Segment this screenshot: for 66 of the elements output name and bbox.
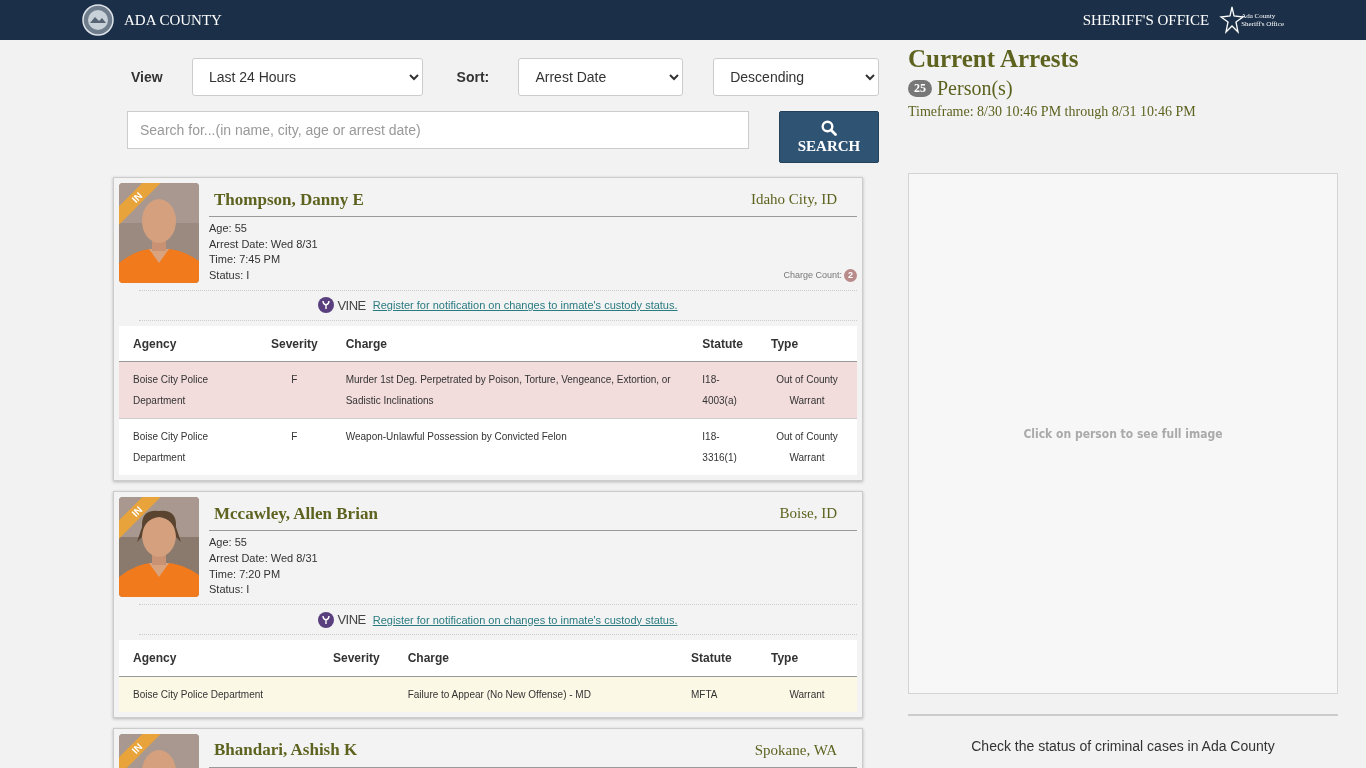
- timeframe-text: Timeframe: 8/30 10:46 PM through 8/31 10:46 PM: [908, 104, 1197, 120]
- table-cell: Boise City Police Department: [119, 418, 257, 476]
- inmate-detail: Time: 7:20 PM: [209, 566, 282, 582]
- inmate-detail: Status: I: [209, 582, 251, 598]
- vine-logo-icon: [318, 611, 335, 628]
- county-name: ADA COUNTY: [124, 11, 222, 29]
- charge-count-label: Charge Count:: [783, 270, 842, 281]
- table-cell: Out of County Warrant: [757, 418, 857, 476]
- table-cell: Failure to Appear (No New Offense) - MD: [393, 676, 677, 712]
- inmate-detail: Age: 55: [209, 535, 248, 551]
- vine-logo-text: VINE: [337, 612, 366, 628]
- vine-register-link[interactable]: Register for notification on changes to inmate's custody status.: [372, 613, 678, 626]
- table-cell: I18-3316(1): [688, 418, 757, 476]
- search-icon: [821, 119, 837, 136]
- table-cell: Out of County Warrant: [757, 361, 857, 419]
- inmate-card[interactable]: [113, 491, 863, 718]
- inmate-card[interactable]: IN Bhandari, Ashish K Spokane, WA: [113, 727, 863, 768]
- page-title: Current Arrests: [908, 45, 1080, 73]
- inmate-detail: Status: I: [209, 268, 251, 284]
- table-cell: I18-4003(a): [688, 361, 757, 419]
- table-cell: Weapon-Unlawful Possession by Convicted Felon: [331, 418, 689, 476]
- inmate-location: Idaho City, ID: [750, 191, 837, 208]
- column-header: Type: [757, 325, 857, 362]
- column-header: Charge: [331, 325, 689, 362]
- table-cell: Warrant: [757, 676, 857, 712]
- inmate-name[interactable]: Mccawley, Allen Brian: [214, 503, 378, 524]
- inmate-detail: Age: 55: [209, 221, 248, 236]
- person-count-label: Person(s): [937, 77, 1013, 100]
- column-header: Severity: [319, 640, 394, 677]
- table-cell: Boise City Police Department: [119, 676, 319, 712]
- column-header: Type: [757, 640, 857, 677]
- inmate-detail: Arrest Date: Wed 8/31: [209, 236, 318, 252]
- case-status-text: Check the status of criminal cases in Ada County: [970, 738, 1276, 754]
- column-header: Agency: [119, 640, 319, 677]
- vine-logo-icon: [318, 297, 335, 314]
- inmate-card[interactable]: [113, 177, 863, 482]
- inmate-name[interactable]: Thompson, Danny E: [214, 189, 364, 210]
- table-cell: F: [257, 361, 332, 419]
- view-select[interactable]: Last 24 Hours: [191, 58, 423, 96]
- column-header: Statute: [688, 325, 757, 362]
- search-field[interactable]: Search for...(in name, city, age or arrest date): [127, 111, 749, 149]
- inmate-detail: Arrest Date: Wed 8/31: [209, 551, 318, 566]
- inmate-detail: Time: 7:45 PM: [209, 252, 282, 268]
- county-seal-icon: [82, 4, 114, 36]
- view-label: View: [131, 69, 164, 85]
- inmate-name[interactable]: Bhandari, Ashish K: [214, 740, 358, 761]
- search-button[interactable]: SEARCH: [779, 111, 879, 163]
- order-select[interactable]: Descending: [713, 58, 879, 96]
- table-cell: MFTA: [677, 676, 757, 712]
- inmate-location: Spokane, WA: [754, 741, 837, 759]
- column-header: Charge: [393, 640, 677, 677]
- office-name: SHERIFF'S OFFICE: [1082, 11, 1210, 29]
- inmate-location: Boise, ID: [779, 505, 837, 523]
- column-header: Statute: [677, 640, 757, 677]
- vine-logo-text: VINE: [337, 297, 366, 313]
- sort-select[interactable]: Arrest Date: [518, 58, 684, 96]
- vine-register-link[interactable]: Register for notification on changes to inmate's custody status.: [372, 299, 678, 312]
- image-hint: Click on person to see full image: [1023, 426, 1223, 441]
- column-header: Agency: [119, 325, 257, 362]
- table-cell: Boise City Police Department: [119, 361, 257, 419]
- column-header: Severity: [257, 325, 332, 362]
- sort-label: Sort:: [456, 69, 491, 85]
- table-cell: Murder 1st Deg. Perpetrated by Poison, Torture, Vengeance, Extortion, or Sadistic Inclinations: [331, 361, 689, 419]
- person-count-badge: 25: [908, 80, 932, 97]
- charge-count-badge: 2: [844, 268, 857, 282]
- table-cell: F: [257, 418, 332, 476]
